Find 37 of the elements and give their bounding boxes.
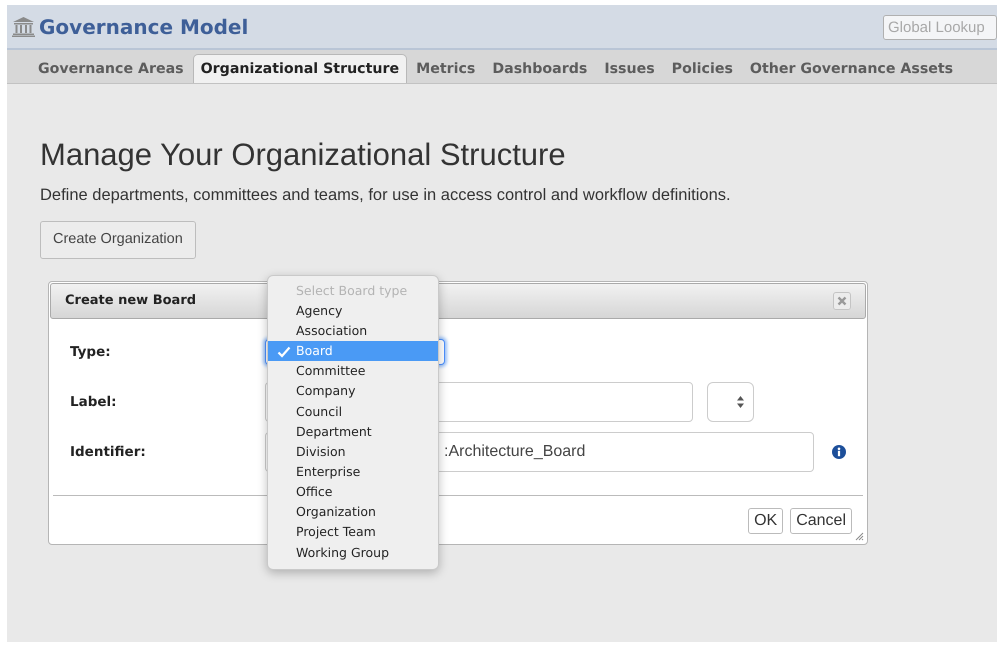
- dropdown-option[interactable]: Company: [268, 381, 438, 402]
- small-select[interactable]: [707, 382, 754, 422]
- nav-tab[interactable]: Policies: [664, 54, 741, 83]
- check-icon: [277, 346, 291, 358]
- dropdown-option[interactable]: Organization: [268, 502, 438, 522]
- page-description: Define departments, committees and teams, for use in access control and workflow definitions.: [40, 185, 732, 206]
- dropdown-option[interactable]: Agency: [268, 300, 438, 321]
- dropdown-option[interactable]: Working Group: [268, 542, 438, 563]
- create-organization-button[interactable]: Create Organization: [40, 220, 196, 259]
- nav-tab[interactable]: Governance Areas: [30, 54, 192, 83]
- dropdown-option[interactable]: Project Team: [268, 522, 438, 543]
- up-down-arrows-icon: [737, 396, 744, 408]
- nav-tab[interactable]: Issues: [596, 54, 663, 83]
- field-label: Type:: [70, 342, 112, 362]
- dropdown-option[interactable]: Office: [268, 482, 438, 502]
- bank-icon: [12, 16, 35, 37]
- dropdown-option[interactable]: Council: [268, 402, 438, 422]
- nav-tab[interactable]: Dashboards: [484, 54, 596, 83]
- dropdown-option[interactable]: Committee: [268, 361, 438, 382]
- dialog-title: Create new Board: [65, 292, 196, 310]
- dialog-button[interactable]: Cancel: [790, 508, 852, 534]
- nav-tab[interactable]: Organizational Structure: [192, 54, 408, 83]
- info-icon[interactable]: [832, 444, 846, 459]
- resize-grip-icon[interactable]: [855, 532, 864, 541]
- dropdown-prompt: Select Board type: [295, 282, 408, 300]
- dropdown-option[interactable]: Division: [268, 442, 438, 462]
- nav-tab[interactable]: Other Governance Assets: [742, 54, 962, 83]
- close-icon: [837, 296, 847, 306]
- dialog-button[interactable]: OK: [748, 508, 784, 534]
- search-field[interactable]: Global Lookup: [883, 15, 997, 40]
- nav-tab[interactable]: Metrics: [408, 54, 484, 83]
- dropdown-option[interactable]: Association: [268, 320, 438, 342]
- page-title: Manage Your Organizational Structure: [40, 136, 567, 174]
- close-button[interactable]: [833, 292, 851, 310]
- field-label: Label:: [70, 392, 118, 412]
- app-title: Governance Model: [39, 14, 248, 40]
- field-label: Identifier:: [70, 442, 147, 462]
